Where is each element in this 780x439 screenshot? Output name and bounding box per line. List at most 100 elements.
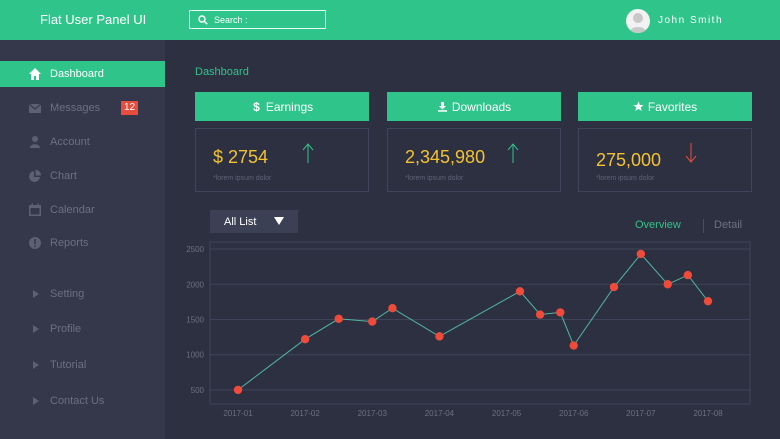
caret-down-icon bbox=[274, 217, 284, 225]
earnings-button[interactable]: $ Earnings bbox=[195, 92, 369, 121]
trend-up-icon bbox=[506, 141, 520, 165]
home-icon bbox=[27, 67, 43, 81]
downloads-button[interactable]: Downloads bbox=[387, 92, 561, 121]
series-line bbox=[237, 253, 709, 391]
data-point bbox=[368, 317, 377, 326]
sidebar-item-dashboard[interactable]: Dashboard bbox=[0, 61, 165, 87]
sidebar-item-label: Reports bbox=[50, 237, 89, 249]
data-point bbox=[334, 314, 343, 323]
earnings-stat: $ 2754 *lorem ipsum dolor bbox=[195, 128, 369, 192]
y-tick-label: 500 bbox=[191, 386, 205, 395]
x-tick-label: 2017-05 bbox=[492, 409, 522, 418]
x-tick-label: 2017-01 bbox=[223, 409, 253, 418]
svg-text:$: $ bbox=[253, 101, 260, 112]
list-filter-dropdown[interactable]: All List bbox=[210, 210, 298, 233]
data-point bbox=[233, 385, 243, 395]
downloads-value: 2,345,980 bbox=[405, 147, 486, 167]
search-box[interactable]: Search : bbox=[189, 10, 326, 29]
play-icon bbox=[27, 322, 43, 336]
data-point bbox=[535, 310, 545, 319]
downloads-label: Downloads bbox=[451, 99, 512, 114]
sidebar: Dashboard Messages 12 Account Chart Cale… bbox=[0, 40, 165, 439]
x-tick-label: 2017-06 bbox=[559, 409, 589, 418]
data-point bbox=[683, 270, 693, 280]
x-tick-label: 2017-02 bbox=[290, 409, 320, 418]
data-point bbox=[663, 280, 672, 289]
sidebar-item-label: Profile bbox=[50, 323, 82, 335]
sidebar-item-messages[interactable]: Messages 12 bbox=[0, 95, 165, 121]
play-icon bbox=[27, 287, 43, 301]
y-tick-label: 1500 bbox=[186, 315, 204, 324]
tab-detail[interactable]: Detail bbox=[714, 219, 742, 231]
x-tick-label: 2017-04 bbox=[425, 409, 455, 418]
sidebar-item-label: Messages bbox=[50, 102, 101, 114]
page-title: Dashboard bbox=[195, 66, 249, 78]
sidebar-item-label: Tutorial bbox=[50, 359, 87, 371]
sidebar-item-label: Setting bbox=[50, 288, 85, 300]
sidebar-item-label: Calendar bbox=[50, 204, 95, 216]
x-tick-label: 2017-08 bbox=[693, 409, 723, 418]
data-point bbox=[636, 249, 646, 259]
favorites-button[interactable]: Favorites bbox=[578, 92, 752, 121]
sidebar-item-setting[interactable]: Setting bbox=[0, 281, 165, 307]
data-point bbox=[703, 296, 713, 306]
data-point bbox=[435, 332, 444, 341]
sidebar-item-label: Contact Us bbox=[50, 395, 105, 407]
favorites-note: *lorem ipsum dolor bbox=[596, 175, 655, 182]
trend-up-icon bbox=[301, 141, 315, 165]
user-avatar-icon bbox=[629, 13, 647, 33]
data-point bbox=[569, 341, 578, 350]
y-tick-label: 2500 bbox=[186, 245, 204, 254]
x-tick-label: 2017-07 bbox=[626, 409, 656, 418]
favorites-value: 275,000 bbox=[596, 150, 662, 170]
sidebar-item-label: Dashboard bbox=[50, 68, 104, 80]
download-icon bbox=[437, 102, 447, 112]
user-icon bbox=[27, 135, 43, 149]
pie-chart-icon bbox=[27, 169, 43, 183]
search-label: Search : bbox=[214, 14, 248, 25]
play-icon bbox=[27, 394, 43, 408]
data-point bbox=[388, 304, 397, 313]
data-point bbox=[556, 308, 565, 317]
favorites-stat: 275,000 *lorem ipsum dolor bbox=[578, 128, 752, 192]
favorites-label: Favorites bbox=[647, 99, 698, 114]
avatar[interactable] bbox=[626, 9, 650, 33]
sidebar-item-label: Account bbox=[50, 136, 90, 148]
data-point bbox=[300, 335, 310, 344]
sidebar-item-chart[interactable]: Chart bbox=[0, 163, 165, 189]
calendar-icon bbox=[27, 203, 43, 217]
data-point bbox=[609, 282, 619, 292]
data-point bbox=[515, 287, 525, 296]
downloads-note: *lorem ipsum dolor bbox=[405, 175, 464, 182]
earnings-value: $ 2754 bbox=[213, 147, 269, 167]
y-tick-label: 2000 bbox=[186, 280, 204, 289]
line-chart: 500 1000 1500 2000 2500 2017-01 2017-02 2017-03… bbox=[186, 241, 751, 418]
sidebar-item-contact-us[interactable]: Contact Us bbox=[0, 388, 165, 414]
filter-label: All List bbox=[224, 215, 257, 228]
chart-frame bbox=[209, 241, 751, 405]
sidebar-item-tutorial[interactable]: Tutorial bbox=[0, 352, 165, 378]
app-title: Flat User Panel UI bbox=[40, 12, 147, 27]
sidebar-item-profile[interactable]: Profile bbox=[0, 316, 165, 342]
x-tick-label: 2017-03 bbox=[358, 409, 388, 418]
messages-count-badge: 12 bbox=[121, 101, 138, 115]
top-bar: Flat User Panel UI Search : John Smith bbox=[0, 0, 780, 40]
warning-icon bbox=[27, 236, 43, 250]
earnings-note: *lorem ipsum dolor bbox=[213, 175, 272, 182]
search-icon bbox=[198, 14, 208, 25]
play-icon bbox=[27, 358, 43, 372]
dollar-icon: $ bbox=[253, 101, 260, 112]
earnings-label: Earnings bbox=[265, 99, 314, 114]
sidebar-item-calendar[interactable]: Calendar bbox=[0, 197, 165, 223]
tab-divider bbox=[703, 219, 704, 233]
sidebar-item-reports[interactable]: Reports bbox=[0, 230, 165, 256]
envelope-icon bbox=[27, 101, 43, 115]
downloads-stat: 2,345,980 *lorem ipsum dolor bbox=[387, 128, 561, 192]
sidebar-item-account[interactable]: Account bbox=[0, 129, 165, 155]
tab-overview[interactable]: Overview bbox=[635, 219, 681, 231]
trend-down-icon bbox=[684, 141, 698, 165]
star-icon bbox=[633, 101, 644, 111]
sidebar-item-label: Chart bbox=[50, 170, 77, 182]
user-name[interactable]: John Smith bbox=[658, 15, 723, 26]
y-tick-label: 1000 bbox=[186, 351, 204, 360]
